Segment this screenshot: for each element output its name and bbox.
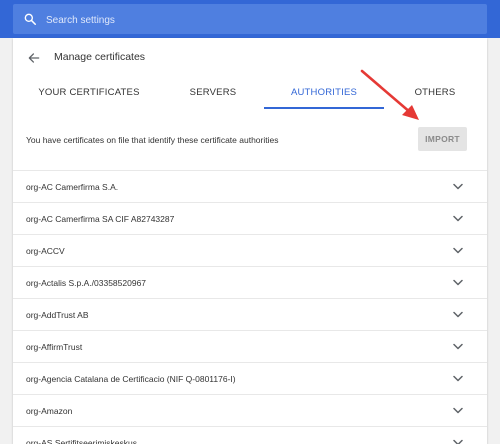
arrow-back-icon[interactable] <box>27 51 41 65</box>
authority-name: org-AS Sertifitseerimiskeskus <box>26 438 138 444</box>
list-item[interactable]: org-AffirmTrust <box>13 330 487 362</box>
list-item[interactable]: org-Agencia Catalana de Certificacio (NI… <box>13 362 487 394</box>
authority-name: org-Actalis S.p.A./03358520967 <box>26 278 147 288</box>
search-input[interactable] <box>44 4 468 36</box>
page-title: Manage certificates <box>54 51 146 63</box>
search-icon <box>24 13 37 26</box>
chevron-down-icon[interactable] <box>453 375 463 382</box>
authority-name: org-AddTrust AB <box>26 310 89 320</box>
tab-authorities[interactable]: AUTHORITIES <box>264 79 384 107</box>
list-item[interactable]: org-ACCV <box>13 234 487 266</box>
authority-name: org-AffirmTrust <box>26 342 83 352</box>
chevron-down-icon[interactable] <box>453 439 463 444</box>
authority-name: org-Agencia Catalana de Certificacio (NI… <box>26 374 236 384</box>
tab-others[interactable]: OTHERS <box>405 79 465 107</box>
chevron-down-icon[interactable] <box>453 279 463 286</box>
active-tab-indicator <box>264 107 384 109</box>
authorities-description: You have certificates on file that ident… <box>26 135 279 145</box>
list-item[interactable]: org-Amazon <box>13 394 487 426</box>
list-item[interactable]: org-AS Sertifitseerimiskeskus <box>13 426 487 444</box>
top-bar <box>0 0 500 38</box>
authority-name: org-AC Camerfirma S.A. <box>26 182 119 192</box>
tab-servers[interactable]: SERVERS <box>175 79 251 107</box>
authority-name: org-Amazon <box>26 406 73 416</box>
tab-bar: YOUR CERTIFICATES SERVERS AUTHORITIES OT… <box>13 79 487 109</box>
list-item[interactable]: org-Actalis S.p.A./03358520967 <box>13 266 487 298</box>
tab-your-certificates[interactable]: YOUR CERTIFICATES <box>23 79 155 107</box>
authority-name: org-ACCV <box>26 246 65 256</box>
list-item[interactable]: org-AddTrust AB <box>13 298 487 330</box>
search-box[interactable] <box>13 4 487 36</box>
chevron-down-icon[interactable] <box>453 183 463 190</box>
import-button[interactable]: IMPORT <box>418 127 467 151</box>
chevron-down-icon[interactable] <box>453 311 463 318</box>
chevron-down-icon[interactable] <box>453 215 463 222</box>
list-item[interactable]: org-AC Camerfirma S.A. <box>13 170 487 202</box>
authorities-list: org-AC Camerfirma S.A. org-AC Camerfirma … <box>13 170 487 444</box>
authority-name: org-AC Camerfirma SA CIF A82743287 <box>26 214 175 224</box>
chevron-down-icon[interactable] <box>453 343 463 350</box>
page-header: Manage certificates <box>13 38 487 78</box>
list-item[interactable]: org-AC Camerfirma SA CIF A82743287 <box>13 202 487 234</box>
certificates-card: Manage certificates YOUR CERTIFICATES SE… <box>13 38 487 444</box>
chevron-down-icon[interactable] <box>453 247 463 254</box>
chevron-down-icon[interactable] <box>453 407 463 414</box>
